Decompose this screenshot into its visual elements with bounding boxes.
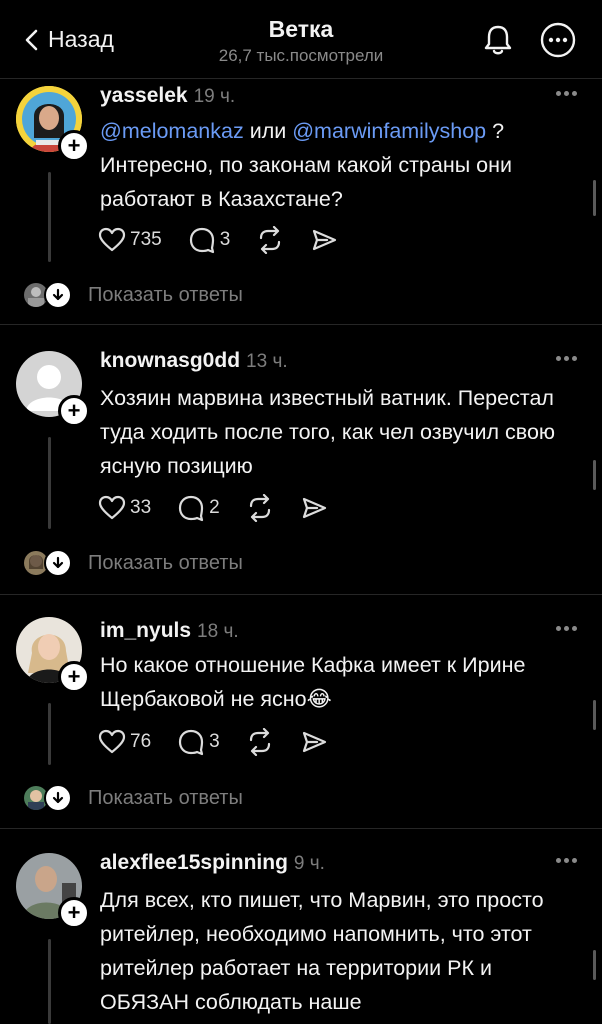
repost-icon <box>260 226 281 254</box>
comment-icon <box>189 227 214 254</box>
send-icon <box>302 731 326 753</box>
text-fragment: Интересно, по законам какой страны они р… <box>100 153 512 211</box>
post-actions: 735 3 <box>98 225 364 255</box>
show-replies[interactable]: Показать ответы <box>24 783 243 813</box>
heart-icon <box>98 729 126 754</box>
header: Назад Ветка 26,7 тыс.посмотрели <box>0 0 602 79</box>
repost-button[interactable] <box>256 226 284 254</box>
like-count: 735 <box>130 229 162 250</box>
send-icon <box>302 497 326 519</box>
comment-button[interactable]: 3 <box>188 226 231 254</box>
post-username[interactable]: im_nyuls 18 ч. <box>100 619 239 643</box>
post-time: 9 ч. <box>293 853 325 874</box>
post-text: Но какое отношение Кафка имеет к Ирине Щ… <box>100 648 580 716</box>
post-actions: 33 2 <box>98 493 354 523</box>
post-text: @melomankaz или @marwinfamilyshop ? Инте… <box>100 114 580 216</box>
comment-count: 3 <box>209 731 220 752</box>
thread-line <box>48 703 51 765</box>
more-options-icon[interactable] <box>538 20 578 60</box>
comment-button[interactable]: 3 <box>177 728 220 756</box>
post-more-button[interactable] <box>556 626 582 636</box>
comment-count: 3 <box>219 229 231 250</box>
like-count: 33 <box>130 497 152 518</box>
thread-line <box>48 172 51 262</box>
show-replies[interactable]: Показать ответы <box>24 280 243 310</box>
show-replies-label: Показать ответы <box>88 283 243 306</box>
post-actions: 76 3 <box>98 727 354 757</box>
thread-page: Назад Ветка 26,7 тыс.посмотрели + yassel… <box>0 0 602 1024</box>
post-more-button[interactable] <box>556 356 582 366</box>
comment-button[interactable]: 2 <box>177 494 220 522</box>
show-replies-label: Показать ответы <box>88 786 243 809</box>
thread-line <box>48 437 51 529</box>
show-replies[interactable]: Показать ответы <box>24 548 243 578</box>
follow-plus-button[interactable]: + <box>58 130 90 162</box>
like-count: 76 <box>130 731 152 752</box>
heart-icon <box>98 495 126 520</box>
scroll-indicator <box>593 180 596 216</box>
comment-icon <box>179 495 204 522</box>
post-knownasg0dd: + knownasg0dd 13 ч. Хозяин марвина извест… <box>0 325 602 595</box>
username-text: knownasg0dd <box>100 349 241 372</box>
like-button[interactable]: 735 <box>98 227 162 253</box>
repost-button[interactable] <box>246 494 274 522</box>
post-time: 18 ч. <box>197 621 239 642</box>
follow-plus-button[interactable]: + <box>58 661 90 693</box>
scroll-indicator <box>593 950 596 980</box>
post-username[interactable]: yasselek 19 ч. <box>100 84 235 108</box>
username-text: im_nyuls <box>100 619 192 642</box>
arrow-down-icon <box>44 549 72 577</box>
post-more-button[interactable] <box>556 91 582 101</box>
post-yasselek: + yasselek 19 ч. @melomankaz или @marwinf… <box>0 78 602 324</box>
show-replies-label: Показать ответы <box>88 551 243 574</box>
follow-plus-button[interactable]: + <box>58 897 90 929</box>
repost-icon <box>249 728 270 756</box>
post-alexflee15spinning: + alexflee15spinning 9 ч. Для всех, кто п… <box>0 829 602 1024</box>
emoji: 😂 <box>306 687 332 711</box>
comment-count: 2 <box>209 497 220 518</box>
post-username[interactable]: alexflee15spinning 9 ч. <box>100 851 325 875</box>
scroll-indicator <box>593 460 596 490</box>
arrow-down-icon <box>44 281 72 309</box>
follow-plus-button[interactable]: + <box>58 395 90 427</box>
share-button[interactable] <box>300 728 328 756</box>
mention-link[interactable]: @melomankaz <box>100 119 244 143</box>
comment-icon <box>179 729 204 756</box>
text-fragment: или <box>243 119 293 143</box>
post-im-nyuls: + im_nyuls 18 ч. Но какое отношение Кафка… <box>0 595 602 828</box>
post-more-button[interactable] <box>556 858 582 868</box>
share-button[interactable] <box>300 494 328 522</box>
like-button[interactable]: 76 <box>98 729 151 755</box>
username-text: yasselek <box>100 84 188 107</box>
post-time: 13 ч. <box>246 351 288 372</box>
repost-button[interactable] <box>246 728 274 756</box>
share-button[interactable] <box>310 226 338 254</box>
repost-icon <box>249 494 270 522</box>
scroll-indicator <box>593 700 596 730</box>
post-time: 19 ч. <box>193 86 236 107</box>
arrow-down-icon <box>44 784 72 812</box>
text-fragment: ? <box>486 119 505 143</box>
post-text: Хозяин марвина известный ватник. Переста… <box>100 386 556 478</box>
post-username[interactable]: knownasg0dd 13 ч. <box>100 349 288 373</box>
heart-icon <box>98 227 126 252</box>
thread-line <box>48 939 51 1024</box>
send-icon <box>313 229 337 251</box>
bell-icon[interactable] <box>478 20 518 60</box>
mention-link[interactable]: @marwinfamilyshop <box>292 119 486 143</box>
like-button[interactable]: 33 <box>98 495 151 521</box>
post-text: Для всех, кто пишет, что Марвин, это про… <box>100 888 544 1014</box>
username-text: alexflee15spinning <box>100 851 288 874</box>
